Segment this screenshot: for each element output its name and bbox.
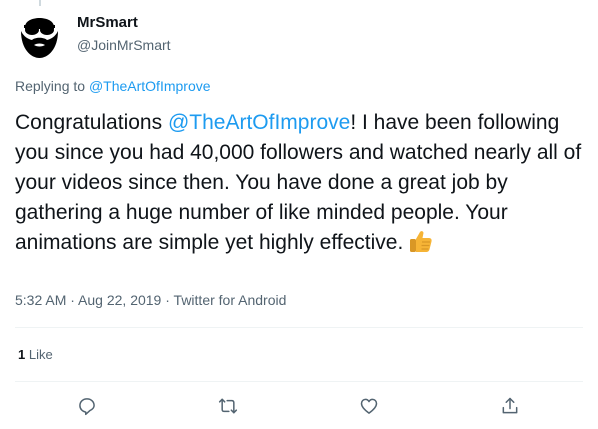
reply-icon xyxy=(79,398,95,416)
tweet-mention-link[interactable]: @TheArtOfImprove xyxy=(168,111,350,134)
meta-separator: · xyxy=(161,292,174,308)
likes-label: Like xyxy=(25,347,53,362)
tweet-text: Congratulations @TheArtOfImprove! I have… xyxy=(15,108,585,262)
author-display-name[interactable]: MrSmart xyxy=(77,14,138,31)
share-icon xyxy=(502,397,518,414)
thumbs-up-emoji-icon xyxy=(407,229,433,262)
thread-connector-line xyxy=(39,0,41,6)
replying-to-label: Replying to xyxy=(15,78,86,94)
reply-button[interactable] xyxy=(74,393,100,419)
divider xyxy=(15,327,583,328)
heart-icon xyxy=(360,398,378,414)
replying-to: Replying to @TheArtOfImprove xyxy=(15,78,211,94)
replying-to-mention-link[interactable]: @TheArtOfImprove xyxy=(89,78,211,94)
avatar[interactable] xyxy=(15,9,64,58)
likes-stat[interactable]: 1 Like xyxy=(18,347,53,362)
retweet-button[interactable] xyxy=(215,393,241,419)
tweet-text-start: Congratulations xyxy=(15,111,168,134)
meta-separator: · xyxy=(66,292,79,308)
tweet-date[interactable]: Aug 22, 2019 xyxy=(78,292,161,308)
like-button[interactable] xyxy=(356,393,382,419)
tweet-meta: 5:32 AM · Aug 22, 2019 · Twitter for And… xyxy=(15,292,286,308)
author-handle[interactable]: @JoinMrSmart xyxy=(77,37,171,53)
bearded-man-sunglasses-avatar-icon xyxy=(21,18,58,58)
divider xyxy=(15,381,583,382)
tweet-time[interactable]: 5:32 AM xyxy=(15,292,66,308)
retweet-icon xyxy=(218,398,238,414)
share-button[interactable] xyxy=(497,393,523,419)
tweet-detail: MrSmart @JoinMrSmart Replying to @TheArt… xyxy=(0,0,598,429)
tweet-source[interactable]: Twitter for Android xyxy=(174,292,287,308)
